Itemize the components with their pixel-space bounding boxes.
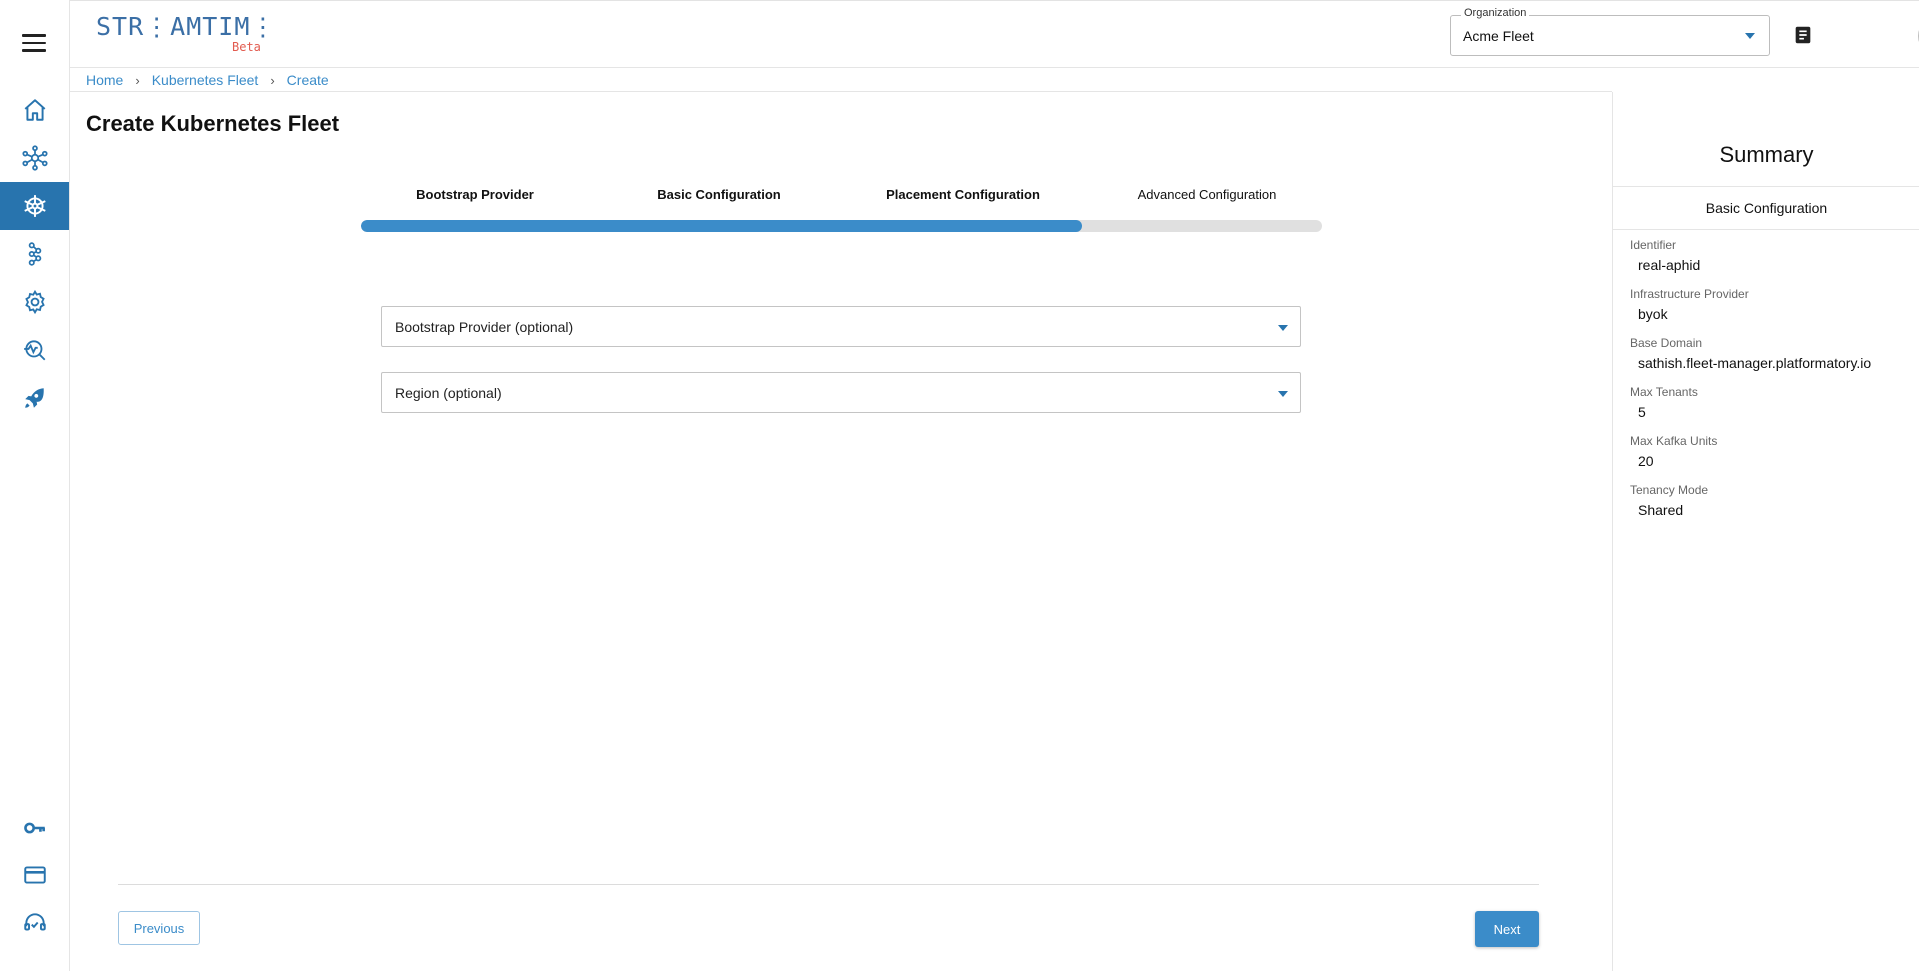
sidebar-item-deploy[interactable] <box>0 374 69 422</box>
chevron-right-icon: › <box>135 72 140 88</box>
summary-field-value: 5 <box>1638 404 1646 420</box>
summary-field-base-domain: Base Domain sathish.fleet-manager.platfo… <box>1630 336 1871 371</box>
organization-select[interactable]: Organization Acme Fleet <box>1450 7 1770 56</box>
next-button[interactable]: Next <box>1475 911 1539 947</box>
breadcrumb-divider <box>70 91 1612 92</box>
summary-field-value: sathish.fleet-manager.platformatory.io <box>1638 355 1872 371</box>
summary-panel: Summary Basic Configuration Identifier r… <box>1612 92 1919 971</box>
cluster-icon <box>28 242 41 266</box>
summary-field-value: real-aphid <box>1638 257 1701 273</box>
region-placeholder: Region (optional) <box>395 385 502 401</box>
step-basic-configuration[interactable]: Basic Configuration <box>657 187 781 202</box>
dropdown-caret-icon <box>1745 33 1755 39</box>
sidebar-item-network[interactable] <box>0 134 69 182</box>
kubernetes-helm-icon <box>23 195 46 217</box>
summary-field-value: byok <box>1638 306 1668 322</box>
sidebar <box>0 0 70 971</box>
summary-field-label: Identifier <box>1630 238 1677 252</box>
bootstrap-provider-select[interactable]: Bootstrap Provider (optional) <box>381 306 1301 347</box>
breadcrumb-home[interactable]: Home <box>86 72 123 88</box>
organization-label: Organization <box>1461 7 1530 19</box>
summary-field-label: Infrastructure Provider <box>1630 287 1749 301</box>
summary-field-label: Base Domain <box>1630 336 1703 350</box>
summary-field-infrastructure-provider: Infrastructure Provider byok <box>1630 287 1749 322</box>
footer-divider <box>118 884 1539 885</box>
step-placement-configuration[interactable]: Placement Configuration <box>886 187 1040 202</box>
sidebar-item-cluster[interactable] <box>0 230 69 278</box>
breadcrumb-create[interactable]: Create <box>287 72 329 88</box>
previous-button[interactable]: Previous <box>118 911 200 945</box>
summary-field-value: 20 <box>1638 453 1654 469</box>
page-title: Create Kubernetes Fleet <box>86 111 340 136</box>
hamburger-menu-icon[interactable] <box>22 34 46 52</box>
organization-value: Acme Fleet <box>1463 28 1534 44</box>
breadcrumb-kubernetes-fleet[interactable]: Kubernetes Fleet <box>152 72 259 88</box>
stepper-progress-bar <box>361 220 1322 232</box>
summary-section-header: Basic Configuration <box>1613 186 1919 230</box>
home-icon <box>24 99 45 121</box>
stepper-progress-fill <box>361 220 1082 232</box>
bootstrap-provider-placeholder: Bootstrap Provider (optional) <box>395 319 574 335</box>
summary-field-value: Shared <box>1638 502 1684 518</box>
network-icon <box>21 145 48 171</box>
sidebar-item-keys[interactable] <box>0 804 69 852</box>
summary-field-label: Tenancy Mode <box>1630 483 1709 497</box>
region-select[interactable]: Region (optional) <box>381 372 1301 413</box>
document-icon[interactable] <box>1792 24 1814 46</box>
monitoring-search-icon <box>23 340 45 361</box>
chevron-right-icon: › <box>270 72 275 88</box>
app-logo[interactable]: STR⋮AMTIM⋮ <box>96 12 276 41</box>
settings-gear-icon <box>24 289 45 315</box>
top-header: STR⋮AMTIM⋮ Beta Organization Acme Fleet <box>70 0 1919 68</box>
summary-field-identifier: Identifier real-aphid <box>1630 238 1700 273</box>
step-advanced-configuration[interactable]: Advanced Configuration <box>1138 187 1277 202</box>
breadcrumb: Home › Kubernetes Fleet › Create <box>86 72 329 88</box>
summary-field-tenancy-mode: Tenancy Mode Shared <box>1630 483 1708 518</box>
sidebar-item-billing[interactable] <box>0 851 69 899</box>
sidebar-item-settings[interactable] <box>0 278 69 326</box>
sidebar-item-home[interactable] <box>0 86 69 134</box>
support-headset-icon <box>23 913 46 931</box>
summary-field-label: Max Tenants <box>1630 385 1698 399</box>
beta-badge: Beta <box>232 40 261 54</box>
sidebar-item-kubernetes[interactable] <box>0 182 69 230</box>
summary-title: Summary <box>1719 142 1814 167</box>
rocket-icon <box>24 388 44 408</box>
summary-field-max-kafka-units: Max Kafka Units 20 <box>1630 434 1717 469</box>
sidebar-item-monitoring[interactable] <box>0 326 69 374</box>
step-bootstrap-provider[interactable]: Bootstrap Provider <box>416 187 534 202</box>
summary-field-label: Max Kafka Units <box>1630 434 1718 448</box>
credit-card-icon <box>23 866 46 884</box>
sidebar-item-support[interactable] <box>0 899 69 947</box>
key-icon <box>23 822 45 834</box>
dropdown-caret-icon <box>1278 391 1288 397</box>
summary-field-max-tenants: Max Tenants 5 <box>1630 385 1698 420</box>
dropdown-caret-icon <box>1278 325 1288 331</box>
